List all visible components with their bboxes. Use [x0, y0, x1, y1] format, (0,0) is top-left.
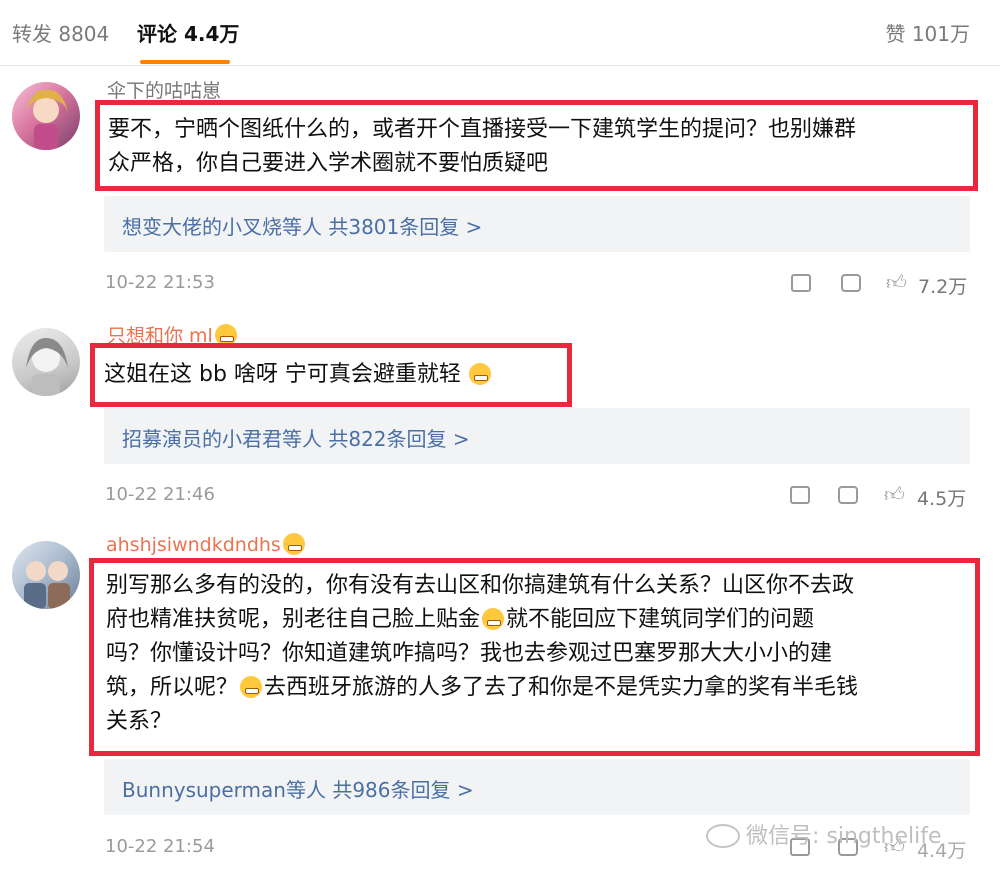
comment-tab-bar: 转发 8804 评论 4.4万 赞 101万: [0, 0, 1000, 66]
tab-comments[interactable]: 评论 4.4万: [137, 18, 239, 47]
username-text: ahshjsiwndkdndhs: [106, 534, 281, 556]
thumbs-up-icon[interactable]: 👍︎: [886, 270, 907, 295]
comment-icon[interactable]: [838, 486, 858, 504]
avatar[interactable]: [12, 541, 80, 609]
red-highlight-box: [90, 343, 572, 407]
comment-timestamp: 10-22 21:53: [105, 272, 215, 293]
avatar-image: [26, 89, 68, 150]
comment-username[interactable]: ahshjsiwndkdndhs: [106, 533, 305, 556]
grin-emoji-icon: [282, 533, 305, 555]
share-icon[interactable]: [790, 486, 810, 504]
avatar-image: [26, 338, 68, 396]
reply-summary[interactable]: 招募演员的小君君等人 共822条回复 >: [104, 408, 970, 464]
reply-summary-link[interactable]: 招募演员的小君君等人 共822条回复 >: [122, 423, 470, 452]
avatar-image: [24, 561, 70, 609]
reply-summary[interactable]: Bunnysuperman等人 共986条回复 >: [104, 759, 970, 815]
red-highlight-box: [95, 100, 978, 191]
active-tab-indicator: [140, 60, 230, 64]
comment-icon[interactable]: [841, 274, 861, 292]
comment-username[interactable]: 伞下的咕咕崽: [107, 76, 221, 103]
thumbs-up-icon[interactable]: 👍︎: [884, 482, 905, 507]
tab-repost[interactable]: 转发 8804: [12, 18, 109, 47]
reply-summary[interactable]: 想变大佬的小叉烧等人 共3801条回复 >: [104, 196, 970, 252]
wechat-watermark: 微信号: singthelife: [706, 818, 942, 850]
tab-likes[interactable]: 赞 101万: [885, 18, 970, 47]
wechat-icon: [706, 824, 740, 848]
like-count: 4.5万: [917, 488, 967, 510]
reply-summary-link[interactable]: 想变大佬的小叉烧等人 共3801条回复 >: [122, 211, 482, 240]
red-highlight-box: [89, 558, 980, 756]
reply-summary-link[interactable]: Bunnysuperman等人 共986条回复 >: [122, 774, 474, 803]
share-icon[interactable]: [791, 274, 811, 292]
avatar[interactable]: [12, 82, 80, 150]
avatar[interactable]: [12, 328, 80, 396]
comment-timestamp: 10-22 21:46: [105, 484, 215, 505]
like-count: 7.2万: [918, 276, 968, 298]
watermark-text: 微信号: singthelife: [746, 824, 942, 849]
comment-timestamp: 10-22 21:54: [105, 836, 215, 857]
